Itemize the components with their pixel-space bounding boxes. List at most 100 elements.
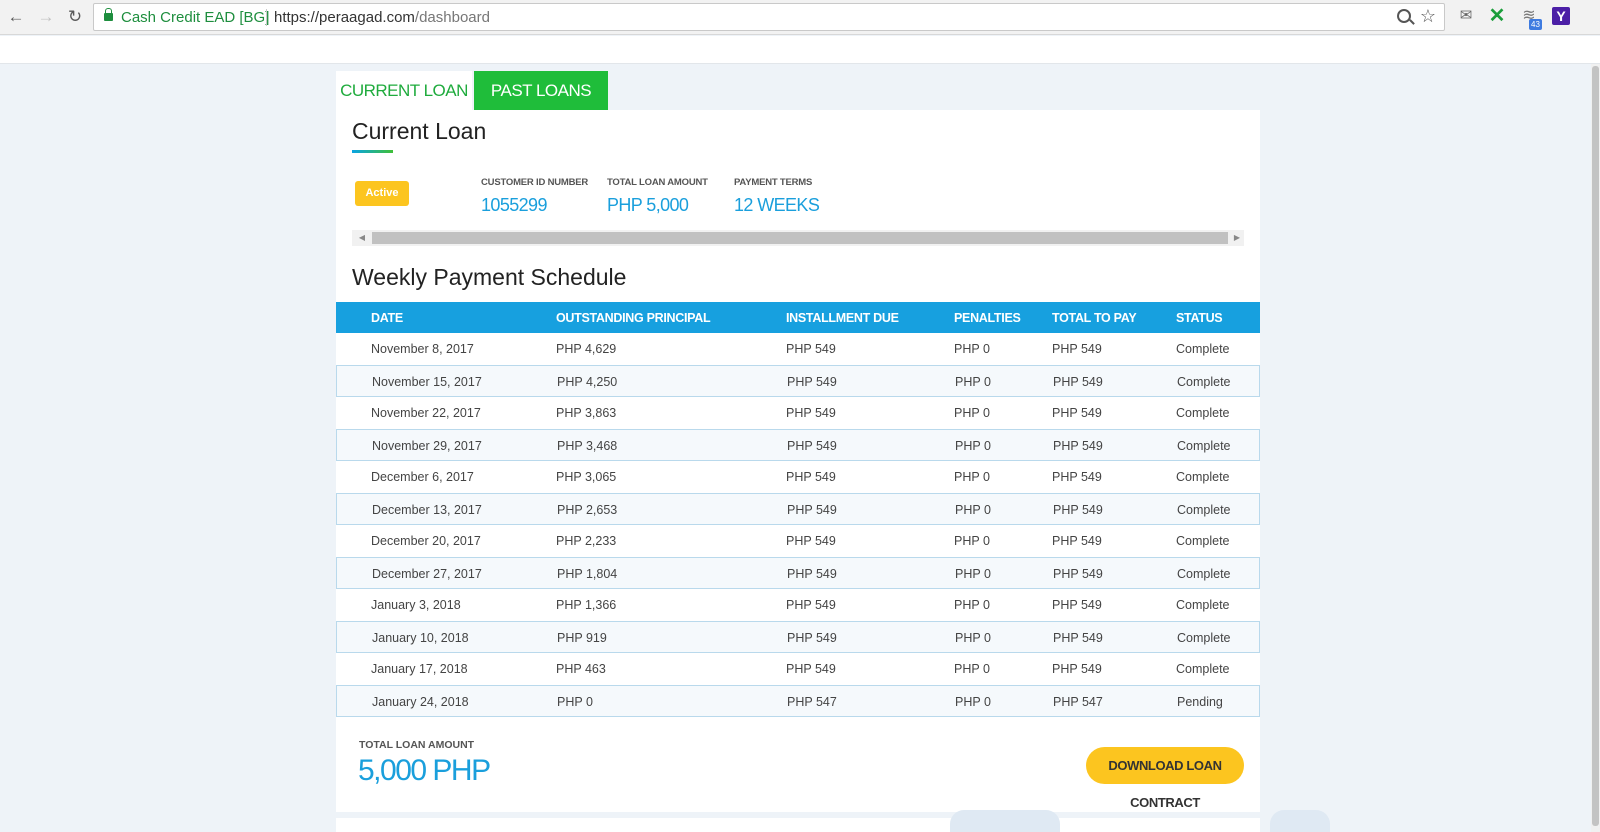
url-path: /dashboard [414, 9, 490, 26]
table-cell: PHP 549 [1052, 342, 1102, 356]
table-row: November 15, 2017 PHP 4,250 PHP 549 PHP 0 PH… [336, 365, 1260, 397]
table-cell: PHP 0 [954, 342, 990, 356]
download-contract-button[interactable]: DOWNLOAD LOAN CONTRACT [1086, 747, 1244, 810]
table-cell: PHP 549 [1052, 534, 1102, 548]
table-cell: Complete [1177, 439, 1231, 453]
table-cell: PHP 547 [1053, 695, 1103, 709]
table-cell: PHP 0 [954, 406, 990, 420]
customer-id-label: CUSTOMER ID NUMBER [481, 177, 589, 188]
table-row: December 6, 2017 PHP 3,065 PHP 549 PHP 0 PHP… [336, 461, 1260, 493]
page-scrollbar-thumb[interactable] [1592, 66, 1599, 826]
status-badge: Active [355, 181, 409, 206]
table-cell: January 3, 2018 [371, 598, 461, 612]
customer-id-value: 1055299 [481, 195, 547, 215]
scroll-left-arrow-icon[interactable]: ◀ [357, 231, 367, 245]
payment-terms-value: 12 WEEKS [734, 195, 820, 215]
column-header: TOTAL TO PAY [1052, 311, 1137, 325]
reload-icon[interactable]: ↻ [64, 6, 86, 28]
table-cell: January 17, 2018 [371, 662, 468, 676]
table-cell: PHP 549 [1052, 470, 1102, 484]
schedule-title: Weekly Payment Schedule [352, 264, 627, 290]
page-title: Current Loan [352, 118, 487, 144]
table-cell: PHP 549 [1052, 406, 1102, 420]
table-cell: December 13, 2017 [372, 503, 482, 517]
table-cell: PHP 0 [557, 695, 593, 709]
extension-badge: 43 [1529, 19, 1542, 30]
table-cell: PHP 0 [955, 631, 991, 645]
scroll-right-arrow-icon[interactable]: ▶ [1232, 231, 1242, 245]
table-cell: December 27, 2017 [372, 567, 482, 581]
table-cell: PHP 549 [787, 375, 837, 389]
table-cell: PHP 4,250 [557, 375, 618, 389]
table-cell: Complete [1177, 503, 1231, 517]
table-cell: Complete [1177, 631, 1231, 645]
payment-terms-label: PAYMENT TERMS [734, 177, 813, 188]
table-row: January 10, 2018 PHP 919 PHP 549 PHP 0 PHP 5… [336, 621, 1260, 653]
table-cell: PHP 919 [557, 631, 607, 645]
table-cell: PHP 3,863 [556, 406, 617, 420]
table-cell: PHP 549 [786, 342, 836, 356]
table-cell: PHP 1,366 [556, 598, 617, 612]
table-cell: November 29, 2017 [372, 439, 482, 453]
table-cell: PHP 549 [787, 439, 837, 453]
table-cell: PHP 547 [787, 695, 837, 709]
table-cell: PHP 0 [955, 375, 991, 389]
table-cell: PHP 3,468 [557, 439, 618, 453]
x-extension-icon[interactable]: ✕ [1486, 5, 1508, 27]
browser-toolbar: ← → ↻ Cash Credit EAD [BG] https://peraa… [0, 0, 1600, 35]
table-cell: PHP 0 [955, 439, 991, 453]
table-cell: Complete [1176, 470, 1230, 484]
tab-current-loan[interactable]: CURRENT LOAN [336, 71, 472, 110]
table-cell: PHP 2,653 [557, 503, 618, 517]
table-cell: PHP 549 [1053, 439, 1103, 453]
bookmark-star-icon[interactable]: ☆ [1420, 6, 1436, 27]
table-cell: PHP 549 [1052, 662, 1102, 676]
table-row: December 20, 2017 PHP 2,233 PHP 549 PHP 0 PH… [336, 525, 1260, 557]
table-cell: Complete [1176, 534, 1230, 548]
site-identity[interactable]: Cash Credit EAD [BG] [121, 9, 269, 26]
table-row: January 3, 2018 PHP 1,366 PHP 549 PHP 0 PHP … [336, 589, 1260, 621]
table-cell: PHP 0 [954, 662, 990, 676]
table-row: December 13, 2017 PHP 2,653 PHP 549 PHP 0 PH… [336, 493, 1260, 525]
table-cell: Complete [1177, 567, 1231, 581]
yahoo-extension-icon[interactable]: Y [1552, 7, 1570, 25]
table-cell: PHP 549 [1053, 631, 1103, 645]
table-cell: PHP 0 [955, 567, 991, 581]
table-row: November 8, 2017 PHP 4,629 PHP 549 PHP 0 PHP… [336, 333, 1260, 365]
table-cell: PHP 3,065 [556, 470, 617, 484]
cloud-decoration [950, 810, 1060, 832]
column-header: OUTSTANDING PRINCIPAL [556, 311, 711, 325]
zoom-icon[interactable] [1397, 9, 1411, 23]
table-body: November 8, 2017 PHP 4,629 PHP 549 PHP 0 PHP… [336, 333, 1260, 717]
table-cell: PHP 549 [787, 631, 837, 645]
table-cell: PHP 2,233 [556, 534, 617, 548]
site-header-strip [0, 36, 1600, 64]
table-cell: PHP 463 [556, 662, 606, 676]
column-header: INSTALLMENT DUE [786, 311, 899, 325]
title-underline [352, 150, 393, 153]
horizontal-scrollbar-thumb[interactable] [372, 232, 1228, 244]
url-text[interactable]: https://peraagad.com/dashboard [274, 9, 490, 26]
mail-extension-icon[interactable]: ✉ [1455, 5, 1477, 27]
total-loan-value: 5,000 PHP [358, 754, 491, 787]
column-header: STATUS [1176, 311, 1223, 325]
table-cell: PHP 549 [787, 503, 837, 517]
table-cell: PHP 0 [954, 534, 990, 548]
table-cell: November 8, 2017 [371, 342, 474, 356]
forward-arrow-icon[interactable]: → [35, 6, 57, 28]
url-host: https://peraagad.com [274, 9, 415, 26]
table-cell: November 22, 2017 [371, 406, 481, 420]
address-bar[interactable]: Cash Credit EAD [BG] https://peraagad.co… [93, 3, 1445, 31]
address-divider [266, 9, 267, 26]
table-cell: PHP 549 [1053, 375, 1103, 389]
table-cell: PHP 0 [954, 598, 990, 612]
table-cell: PHP 549 [786, 598, 836, 612]
column-header: PENALTIES [954, 311, 1021, 325]
lock-icon [104, 8, 113, 21]
table-cell: December 20, 2017 [371, 534, 481, 548]
payment-schedule-table: DATE OUTSTANDING PRINCIPAL INSTALLMENT D… [336, 302, 1260, 717]
table-cell: PHP 549 [786, 470, 836, 484]
total-amount-value: PHP 5,000 [607, 195, 689, 215]
back-arrow-icon[interactable]: ← [5, 6, 27, 28]
tab-past-loans[interactable]: PAST LOANS [474, 71, 608, 110]
